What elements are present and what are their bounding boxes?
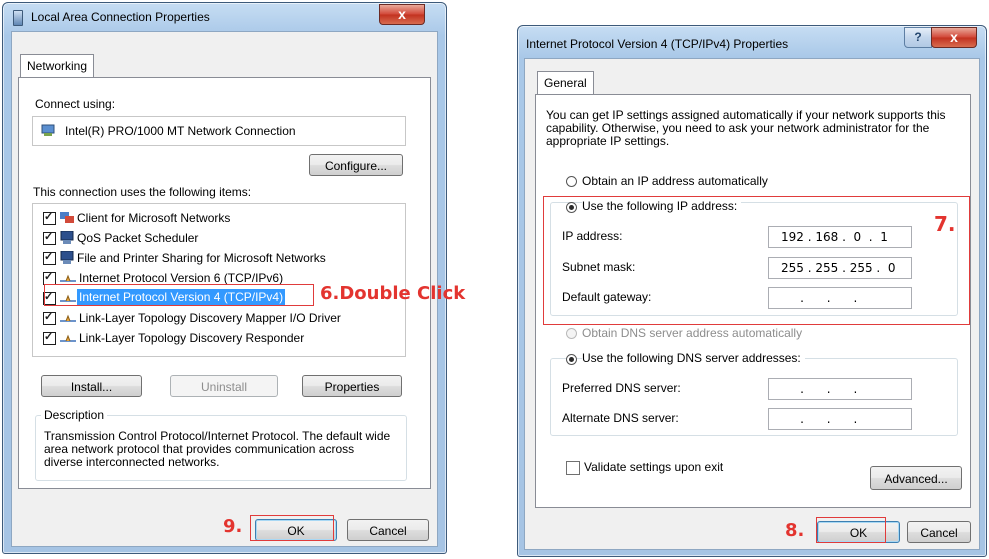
- preferred-dns-label: Preferred DNS server:: [562, 381, 681, 395]
- list-item[interactable]: Client for Microsoft Networks: [33, 209, 403, 229]
- item-label: Client for Microsoft Networks: [77, 211, 231, 225]
- use-following-dns-label: Use the following DNS server addresses:: [582, 351, 805, 365]
- list-item[interactable]: QoS Packet Scheduler: [33, 229, 403, 249]
- connect-using-label: Connect using:: [35, 97, 116, 111]
- components-list[interactable]: Client for Microsoft Networks QoS Packet…: [32, 203, 406, 357]
- network-adapter-icon: [41, 123, 55, 137]
- step7-highlight: [543, 196, 970, 325]
- adapter-field: Intel(R) PRO/1000 MT Network Connection: [32, 116, 406, 146]
- list-item[interactable]: Link-Layer Topology Discovery Responder: [33, 329, 403, 349]
- title-bar[interactable]: Internet Protocol Version 4 (TCP/IPv4) P…: [518, 26, 986, 56]
- step7-annotation: 7.: [934, 212, 956, 236]
- help-button[interactable]: ?: [904, 27, 932, 48]
- item-checkbox[interactable]: [43, 310, 56, 325]
- preferred-dns-input[interactable]: . . .: [768, 378, 912, 400]
- protocol-icon: [60, 333, 76, 345]
- list-item[interactable]: File and Printer Sharing for Microsoft N…: [33, 249, 403, 269]
- window-title: Internet Protocol Version 4 (TCP/IPv4) P…: [526, 37, 789, 51]
- description-text: Transmission Control Protocol/Internet P…: [44, 429, 391, 469]
- item-checkbox[interactable]: [43, 250, 56, 265]
- close-button[interactable]: x: [931, 27, 977, 48]
- items-label: This connection uses the following items…: [33, 185, 252, 199]
- item-label: Link-Layer Topology Discovery Mapper I/O…: [79, 311, 341, 325]
- step9-annotation: 9.: [223, 516, 243, 537]
- close-icon: x: [398, 6, 406, 22]
- step8-highlight: [816, 517, 886, 543]
- tab-networking[interactable]: Networking: [20, 54, 95, 77]
- obtain-ip-auto-radio[interactable]: [566, 176, 577, 187]
- protocol-icon: [60, 313, 76, 325]
- network-client-icon: [60, 212, 74, 224]
- item-label: QoS Packet Scheduler: [77, 231, 199, 245]
- alternate-dns-input[interactable]: . . .: [768, 408, 912, 430]
- use-following-dns-radio[interactable]: [566, 354, 577, 365]
- advanced-button[interactable]: Advanced...: [870, 466, 962, 490]
- cancel-button[interactable]: Cancel: [907, 521, 971, 543]
- alternate-dns-label: Alternate DNS server:: [562, 411, 679, 425]
- validate-label: Validate settings upon exit: [584, 460, 724, 474]
- item-checkbox[interactable]: [43, 230, 56, 245]
- item-checkbox[interactable]: [43, 210, 56, 225]
- description-label: Description: [41, 408, 108, 422]
- item-checkbox[interactable]: [43, 330, 56, 345]
- intro-text: You can get IP settings assigned automat…: [546, 108, 946, 148]
- obtain-ip-auto-label: Obtain an IP address automatically: [582, 174, 768, 188]
- list-item[interactable]: Link-Layer Topology Discovery Mapper I/O…: [33, 309, 403, 329]
- close-button[interactable]: x: [379, 4, 425, 25]
- step6-highlight: [44, 284, 314, 306]
- step9-highlight: [250, 515, 334, 541]
- item-label: File and Printer Sharing for Microsoft N…: [77, 251, 326, 265]
- scheduler-icon: [60, 230, 74, 244]
- network-adapter-icon: [13, 10, 23, 26]
- cancel-button[interactable]: Cancel: [347, 519, 429, 541]
- local-area-connection-properties-dialog: Local Area Connection Properties x Netwo…: [2, 2, 447, 554]
- close-icon: x: [950, 29, 958, 45]
- configure-button[interactable]: Configure...: [309, 154, 403, 176]
- properties-button[interactable]: Properties: [302, 375, 402, 397]
- step6-annotation: 6.Double Click: [320, 283, 466, 304]
- step8-annotation: 8.: [785, 520, 805, 541]
- help-icon: ?: [914, 30, 922, 44]
- item-label: Internet Protocol Version 6 (TCP/IPv6): [79, 271, 284, 285]
- file-printer-sharing-icon: [60, 250, 74, 264]
- validate-checkbox[interactable]: [566, 461, 580, 475]
- title-bar[interactable]: Local Area Connection Properties x: [3, 3, 446, 33]
- tab-general[interactable]: General: [537, 71, 594, 94]
- obtain-dns-auto-radio[interactable]: [566, 328, 577, 339]
- uninstall-button[interactable]: Uninstall: [170, 375, 278, 397]
- adapter-name: Intel(R) PRO/1000 MT Network Connection: [65, 124, 296, 138]
- install-button[interactable]: Install...: [41, 375, 142, 397]
- obtain-dns-auto-label: Obtain DNS server address automatically: [582, 326, 803, 340]
- window-title: Local Area Connection Properties: [31, 10, 210, 24]
- item-label: Link-Layer Topology Discovery Responder: [79, 331, 305, 345]
